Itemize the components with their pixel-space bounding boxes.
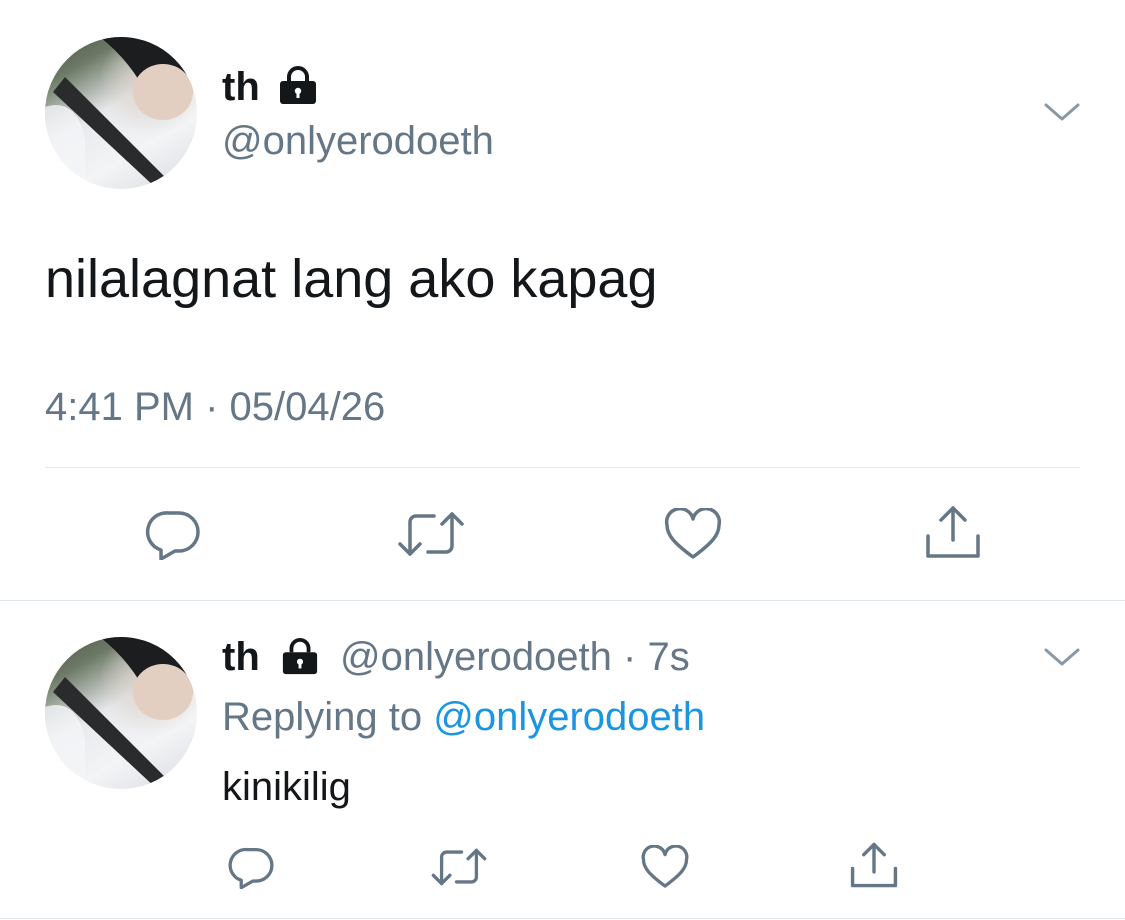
lock-icon xyxy=(276,66,320,106)
chevron-down-icon[interactable] xyxy=(1043,645,1081,669)
replying-to: Replying to @onlyerodoeth xyxy=(222,694,705,740)
share-icon[interactable] xyxy=(850,841,898,889)
replying-to-link[interactable]: @onlyerodoeth xyxy=(433,695,705,739)
lock-icon xyxy=(279,638,321,676)
handle[interactable]: @onlyerodoeth xyxy=(222,118,494,164)
avatar-photo xyxy=(45,37,195,189)
like-icon[interactable] xyxy=(664,508,722,560)
like-icon[interactable] xyxy=(641,845,689,889)
avatar-photo xyxy=(45,637,195,789)
divider xyxy=(0,918,1125,919)
share-icon[interactable] xyxy=(925,504,981,560)
retweet-icon[interactable] xyxy=(430,845,488,889)
tweet-text: nilalagnat lang ako kapag xyxy=(45,249,658,309)
tweet-text: kinikilig xyxy=(222,765,351,809)
reply-header: th @onlyerodoeth · 7s xyxy=(222,634,690,680)
retweet-icon[interactable] xyxy=(396,508,466,560)
display-name[interactable]: th xyxy=(222,635,260,679)
divider xyxy=(45,467,1080,468)
display-name[interactable]: th xyxy=(222,64,260,110)
reply-icon[interactable] xyxy=(145,508,203,560)
tweet-age[interactable]: · 7s xyxy=(623,635,690,679)
reply-icon[interactable] xyxy=(228,845,276,889)
divider xyxy=(0,600,1125,601)
avatar[interactable] xyxy=(45,637,197,789)
avatar[interactable] xyxy=(45,37,197,189)
chevron-down-icon[interactable] xyxy=(1043,100,1081,124)
timestamp[interactable]: 4:41 PM · 05/04/26 xyxy=(45,384,385,430)
replying-to-label: Replying to xyxy=(222,695,423,739)
handle[interactable]: @onlyerodoeth xyxy=(340,635,612,679)
